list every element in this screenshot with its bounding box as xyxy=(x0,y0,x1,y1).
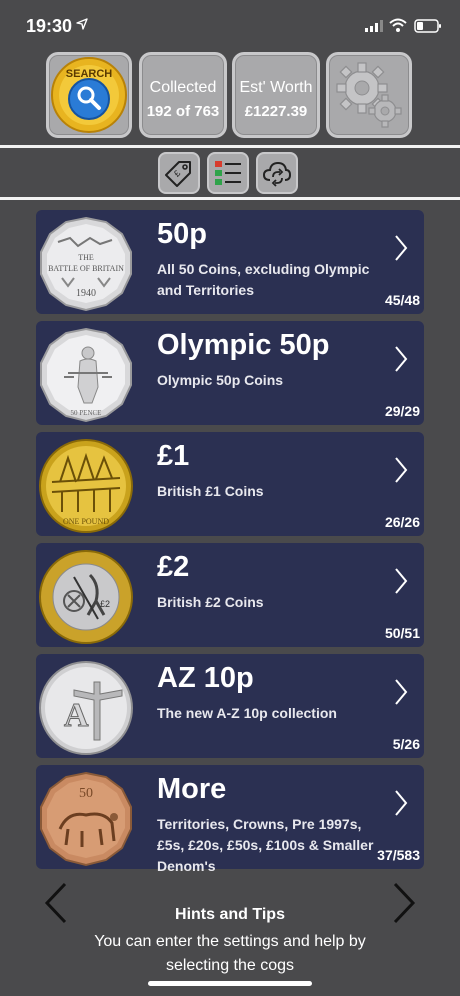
cloud-sync-icon xyxy=(263,161,291,187)
hints-title: Hints and Tips xyxy=(175,906,285,923)
category-count: 5/26 xyxy=(392,736,420,752)
battery-icon xyxy=(414,19,441,33)
wifi-icon xyxy=(389,18,407,32)
coin-50p-image: THE BATTLE OF BRITAIN 1940 xyxy=(40,216,132,312)
category-description: British £1 Coins xyxy=(157,483,264,499)
category-title: £2 xyxy=(157,551,190,583)
chevron-right-icon xyxy=(395,235,408,261)
coin-az-10p-image: A xyxy=(39,661,133,755)
coin-more-image: 50 xyxy=(40,771,132,867)
coin-2-pound-image: £2 xyxy=(39,550,133,644)
search-icon: SEARCH xyxy=(51,57,127,133)
status-bar: 19:30 xyxy=(0,0,460,50)
category-row-1-pound[interactable]: ONE POUND £1 British £1 Coins 26/26 xyxy=(36,432,424,536)
svg-text:50: 50 xyxy=(79,786,93,801)
category-count: 29/29 xyxy=(384,403,420,419)
svg-text:BATTLE OF BRITAIN: BATTLE OF BRITAIN xyxy=(48,264,124,273)
coin-1-pound-image: ONE POUND xyxy=(39,439,133,533)
category-title: AZ 10p xyxy=(157,662,254,694)
checklist-button[interactable] xyxy=(207,152,249,194)
gear-icon xyxy=(336,62,402,128)
worth-tile: Est' Worth £1227.39 xyxy=(232,52,320,138)
worth-value: £1227.39 xyxy=(244,103,308,120)
category-row-50p[interactable]: THE BATTLE OF BRITAIN 1940 50p All 50 Co… xyxy=(36,210,424,314)
cloud-sync-button[interactable] xyxy=(256,152,298,194)
category-description: All 50 Coins, excluding Olympic and Terr… xyxy=(157,261,370,298)
svg-text:£: £ xyxy=(172,168,183,179)
collected-value: 192 of 763 xyxy=(146,103,220,120)
category-count: 45/48 xyxy=(384,292,420,308)
category-title: More xyxy=(157,773,227,805)
chevron-right-icon xyxy=(395,568,408,594)
category-count: 26/26 xyxy=(384,514,420,530)
collected-label: Collected xyxy=(149,79,217,96)
signal-icon xyxy=(365,20,383,32)
search-button[interactable]: SEARCH xyxy=(46,52,132,138)
category-row-olympic-50p[interactable]: 50 PENCE Olympic 50p Olympic 50p Coins 2… xyxy=(36,321,424,425)
category-title: Olympic 50p xyxy=(157,329,330,361)
home-indicator[interactable] xyxy=(148,981,312,986)
chevron-right-icon xyxy=(395,679,408,705)
tag-button[interactable]: £ xyxy=(158,152,200,194)
collected-tile: Collected 192 of 763 xyxy=(139,52,227,138)
svg-text:A: A xyxy=(64,697,89,734)
chevron-right-icon xyxy=(395,457,408,483)
category-count: 50/51 xyxy=(384,625,420,641)
svg-text:50 PENCE: 50 PENCE xyxy=(71,409,102,417)
category-description: Territories, Crowns, Pre 1997s, £5s, £20… xyxy=(157,816,374,874)
category-count: 37/583 xyxy=(377,847,420,863)
chevron-right-icon xyxy=(395,346,408,372)
category-description: Olympic 50p Coins xyxy=(157,372,284,388)
hints-text: You can enter the settings and help by s… xyxy=(94,933,366,974)
svg-text:ONE POUND: ONE POUND xyxy=(63,517,109,526)
category-row-more[interactable]: 50 More Territories, Crowns, Pre 1997s, … xyxy=(36,765,424,874)
category-row-2-pound[interactable]: £2 £2 British £2 Coins 50/51 xyxy=(36,543,424,647)
top-divider xyxy=(0,145,460,148)
svg-text:THE: THE xyxy=(78,253,94,262)
svg-text:1940: 1940 xyxy=(76,288,96,299)
coin-olympic-50p-image: 50 PENCE xyxy=(40,327,132,423)
category-description: British £2 Coins xyxy=(157,594,264,610)
category-description: The new A-Z 10p collection xyxy=(157,705,337,721)
category-row-az-10p[interactable]: A AZ 10p The new A-Z 10p collection 5/26 xyxy=(36,654,424,758)
status-time: 19:30 xyxy=(26,16,73,36)
checklist-icon xyxy=(215,161,241,185)
location-arrow-icon xyxy=(76,18,88,30)
toolbar-divider xyxy=(0,197,460,200)
search-badge-text: SEARCH xyxy=(66,68,113,80)
settings-button[interactable] xyxy=(326,52,412,138)
price-tag-icon: £ xyxy=(165,161,191,187)
worth-label: Est' Worth xyxy=(239,79,313,96)
category-title: £1 xyxy=(157,440,190,472)
category-title: 50p xyxy=(157,218,207,250)
svg-text:£2: £2 xyxy=(100,599,110,609)
chevron-right-icon xyxy=(395,790,408,816)
